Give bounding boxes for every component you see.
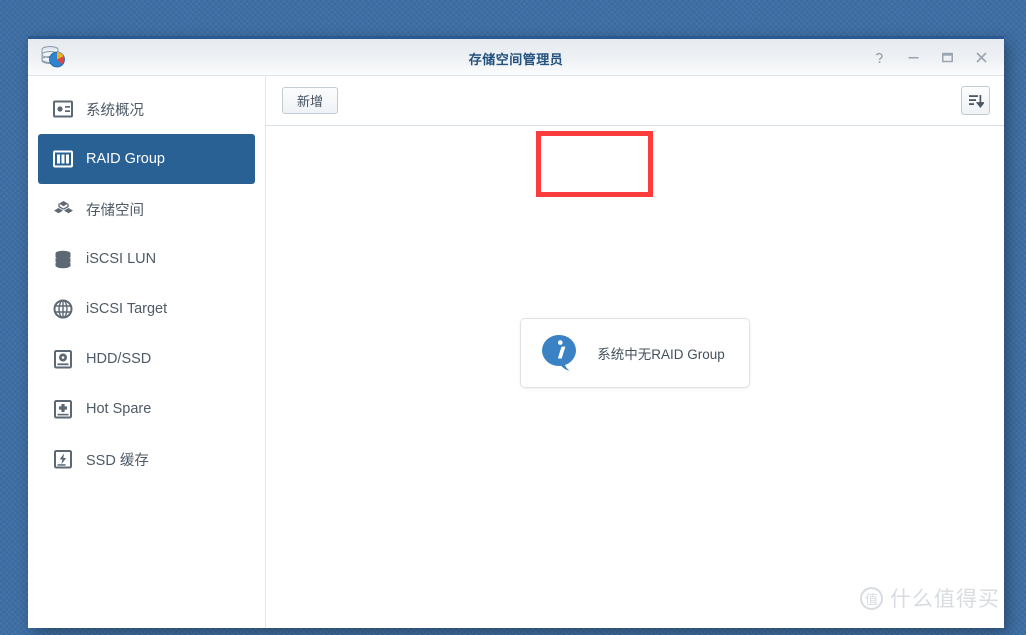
id-card-icon bbox=[52, 98, 74, 120]
minimize-button[interactable] bbox=[898, 44, 928, 72]
sidebar-item-iscsi-lun[interactable]: iSCSI LUN bbox=[38, 234, 255, 284]
empty-state-message: 系统中无RAID Group bbox=[597, 343, 725, 363]
raid-group-list-area: 系统中无RAID Group bbox=[266, 126, 1004, 628]
sidebar-item-iscsi-target[interactable]: iSCSI Target bbox=[38, 284, 255, 334]
empty-state-box: 系统中无RAID Group bbox=[520, 318, 750, 388]
hard-disk-icon bbox=[52, 348, 74, 370]
help-button[interactable] bbox=[864, 44, 894, 72]
sidebar-item-ssd-cache[interactable]: SSD 缓存 bbox=[38, 434, 255, 484]
sidebar-item-label: RAID Group bbox=[86, 151, 165, 167]
window-controls bbox=[864, 39, 996, 76]
sidebar: 系统概况 RAID Group bbox=[28, 76, 266, 628]
raid-group-icon bbox=[52, 148, 74, 170]
sidebar-item-raid-group[interactable]: RAID Group bbox=[38, 134, 255, 184]
storage-pool-icon bbox=[52, 198, 74, 220]
sidebar-item-system-overview[interactable]: 系统概况 bbox=[38, 84, 255, 134]
maximize-button[interactable] bbox=[932, 44, 962, 72]
sidebar-item-hot-spare[interactable]: Hot Spare bbox=[38, 384, 255, 434]
sidebar-item-label: 存储空间 bbox=[86, 199, 144, 220]
window-body: 系统概况 RAID Group bbox=[28, 76, 1004, 628]
info-bubble-icon bbox=[539, 332, 581, 374]
storage-manager-icon bbox=[40, 45, 66, 69]
globe-icon bbox=[52, 298, 74, 320]
sidebar-item-label: Hot Spare bbox=[86, 401, 151, 417]
storage-manager-window: 存储空间管理员 bbox=[28, 36, 1004, 628]
page-title: 存储空间管理员 bbox=[28, 49, 1004, 68]
sidebar-item-storage-pool[interactable]: 存储空间 bbox=[38, 184, 255, 234]
ssd-cache-icon bbox=[52, 448, 74, 470]
window-titlebar[interactable]: 存储空间管理员 bbox=[28, 39, 1004, 76]
main-content: 新增 bbox=[266, 76, 1004, 628]
close-button[interactable] bbox=[966, 44, 996, 72]
sidebar-item-label: 系统概况 bbox=[86, 99, 144, 120]
sidebar-item-label: HDD/SSD bbox=[86, 351, 151, 367]
plus-disk-icon bbox=[52, 398, 74, 420]
sort-descending-icon[interactable] bbox=[961, 86, 990, 115]
sidebar-item-label: iSCSI LUN bbox=[86, 251, 156, 267]
sidebar-item-label: SSD 缓存 bbox=[86, 449, 149, 470]
add-raid-group-button[interactable]: 新增 bbox=[282, 87, 338, 114]
sidebar-item-label: iSCSI Target bbox=[86, 301, 167, 317]
content-toolbar: 新增 bbox=[266, 76, 1004, 126]
database-icon bbox=[52, 248, 74, 270]
sidebar-item-hdd-ssd[interactable]: HDD/SSD bbox=[38, 334, 255, 384]
